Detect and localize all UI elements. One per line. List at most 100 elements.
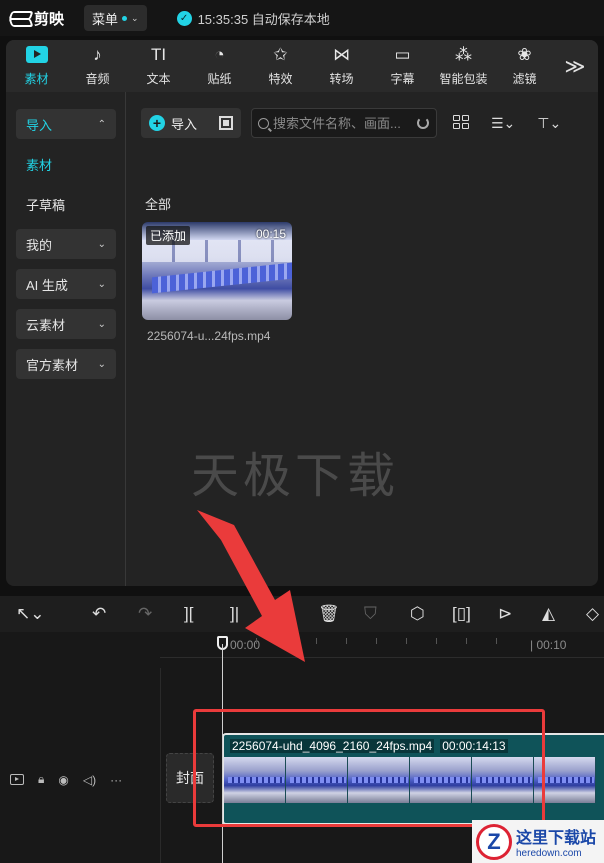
media-icon	[25, 45, 48, 66]
sidebar-item-label: 云素材	[26, 317, 66, 333]
tab-label: 滤镜	[512, 71, 537, 86]
watermark-text: 天极下载	[191, 448, 400, 504]
tab-effects[interactable]: ✩ 特效	[250, 40, 311, 92]
sidebar-item-label: AI 生成	[26, 277, 68, 293]
app-name: 剪映	[34, 10, 65, 28]
filter-sort-icon[interactable]: ⊤⌄	[537, 115, 561, 132]
save-status: ✓ 15:35:35 自动保存本地	[176, 9, 330, 28]
sidebar-item-label: 子草稿	[26, 197, 66, 213]
highlight-box	[193, 709, 545, 827]
tab-label: 文本	[146, 71, 171, 86]
view-options: ☰⌄ ⊤⌄	[453, 115, 561, 132]
trim-right-icon[interactable]: |[	[276, 596, 285, 632]
text-icon: TI	[150, 44, 167, 64]
notification-dot-icon	[122, 15, 128, 21]
ruler-10s-label: | 00:10	[530, 638, 567, 652]
site-logo-badge: Z 这里下载站 heredown.com	[472, 820, 604, 863]
filter-icon: ❀	[517, 44, 532, 64]
sticker-icon: ◔	[214, 44, 225, 64]
tab-text[interactable]: TI 文本	[128, 40, 189, 92]
tab-label: 转场	[329, 71, 354, 86]
tab-label: 素材	[24, 71, 49, 86]
more-tabs-button[interactable]: ≫	[555, 40, 595, 92]
undo-icon[interactable]: ↶	[92, 596, 106, 632]
media-thumbnail[interactable]: 已添加 00:15	[142, 222, 292, 320]
eye-icon[interactable]: ◉	[58, 773, 68, 787]
capcut-logo-icon	[10, 11, 30, 25]
track-controls: 🔒︎ ◉ ◁) ···	[10, 772, 122, 787]
media-panel: 素材 ♪ 音频 TI 文本 ◔ 贴纸 ✩ 特效 ⋈ 转场 ▭ 字幕 ⁂ 智能包装	[6, 40, 598, 586]
freeze-frame-icon[interactable]: [▯]	[452, 596, 471, 632]
chevron-up-icon: ⌃	[97, 118, 106, 130]
refresh-icon[interactable]	[417, 117, 429, 129]
tab-label: 智能包装	[439, 71, 488, 86]
qr-code-icon[interactable]	[219, 116, 233, 130]
search-box	[251, 108, 437, 138]
double-chevron-right-icon: ≫	[564, 55, 586, 78]
tab-filter[interactable]: ❀ 滤镜	[494, 40, 555, 92]
redo-icon[interactable]: ↷	[138, 596, 152, 632]
sidebar-item-label: 导入	[26, 117, 53, 133]
sidebar-item-import[interactable]: 导入 ⌃	[16, 109, 116, 139]
sidebar-item-ai-generate[interactable]: AI 生成 ⌄	[16, 269, 116, 299]
tab-label: 字幕	[390, 71, 415, 86]
tab-smart-package[interactable]: ⁂ 智能包装	[433, 40, 494, 92]
transition-icon: ⋈	[333, 44, 350, 64]
volume-icon[interactable]: ◁)	[83, 773, 96, 787]
sidebar-item-official-material[interactable]: 官方素材 ⌄	[16, 349, 116, 379]
sidebar-item-cloud-material[interactable]: 云素材 ⌄	[16, 309, 116, 339]
marker-icon[interactable]: ⬡	[410, 596, 425, 632]
menu-label: 菜单	[92, 11, 119, 27]
audio-icon: ♪	[93, 44, 102, 64]
timeline-toolbar: ↖⌄ ↶ ↷ ][ ]| |[ 🗑 ⛉ ⬡ [▯] ⊳ ◭ ◇	[0, 596, 604, 632]
sidebar-item-mine[interactable]: 我的 ⌄	[16, 229, 116, 259]
effects-icon: ✩	[273, 44, 288, 64]
chevron-down-icon: ⌄	[97, 238, 106, 250]
tab-subtitle[interactable]: ▭ 字幕	[372, 40, 433, 92]
check-circle-icon: ✓	[176, 10, 192, 26]
import-label: 导入	[171, 116, 198, 132]
save-status-text: 15:35:35 自动保存本地	[197, 11, 330, 27]
duration-badge: 00:15	[255, 227, 286, 241]
plus-circle-icon: +	[149, 115, 165, 131]
subtitle-icon: ▭	[394, 44, 411, 64]
rotate-icon[interactable]: ◇	[586, 596, 599, 632]
sidebar-item-material[interactable]: 素材	[16, 149, 116, 179]
sidebar-item-label: 我的	[26, 237, 53, 253]
delete-icon[interactable]: 🗑	[318, 596, 340, 632]
app-logo: 剪映	[10, 8, 64, 29]
menu-button[interactable]: 菜单 ⌄	[84, 5, 147, 31]
chevron-down-icon: ⌄	[97, 318, 106, 330]
sort-icon[interactable]: ☰⌄	[491, 115, 515, 132]
split-icon[interactable]: ][	[184, 596, 193, 632]
tab-transition[interactable]: ⋈ 转场	[311, 40, 372, 92]
grid-view-icon[interactable]	[453, 115, 469, 129]
lock-icon[interactable]: 🔒︎	[38, 772, 44, 787]
shield-icon[interactable]: ⛉	[364, 596, 377, 632]
media-content: + 导入 ☰⌄ ⊤⌄ 全部 已添加 00:15 2256074-u...24fp…	[127, 92, 598, 586]
media-sidebar: 导入 ⌃ 素材 子草稿 我的 ⌄ AI 生成 ⌄ 云素材 ⌄ 官方素材 ⌄	[6, 92, 126, 586]
trim-left-icon[interactable]: ]|	[230, 596, 239, 632]
added-badge: 已添加	[146, 226, 191, 245]
speed-icon[interactable]: ⊳	[498, 596, 512, 632]
z-logo-icon: Z	[476, 823, 512, 860]
tab-audio[interactable]: ♪ 音频	[67, 40, 128, 92]
tab-label: 特效	[268, 71, 293, 86]
sidebar-item-sub-draft[interactable]: 子草稿	[16, 189, 116, 219]
more-options-icon[interactable]: ···	[110, 773, 122, 787]
search-input[interactable]	[273, 115, 413, 131]
chevron-down-icon: ⌄	[131, 12, 139, 23]
media-filename: 2256074-u...24fps.mp4	[147, 329, 271, 343]
tab-sticker[interactable]: ◔ 贴纸	[189, 40, 250, 92]
tab-media[interactable]: 素材	[6, 40, 67, 92]
video-track-icon	[10, 774, 24, 785]
mirror-icon[interactable]: ◭	[542, 596, 555, 632]
category-toolbar: 素材 ♪ 音频 TI 文本 ◔ 贴纸 ✩ 特效 ⋈ 转场 ▭ 字幕 ⁂ 智能包装	[6, 40, 598, 92]
smart-package-icon: ⁂	[455, 44, 472, 64]
select-pointer-icon[interactable]: ↖⌄	[16, 596, 45, 632]
search-icon	[258, 117, 269, 129]
sidebar-item-label: 素材	[26, 157, 53, 173]
sidebar-item-label: 官方素材	[26, 357, 79, 373]
import-button[interactable]: + 导入	[141, 108, 241, 138]
site-badge-main: 这里下载站	[516, 828, 597, 847]
